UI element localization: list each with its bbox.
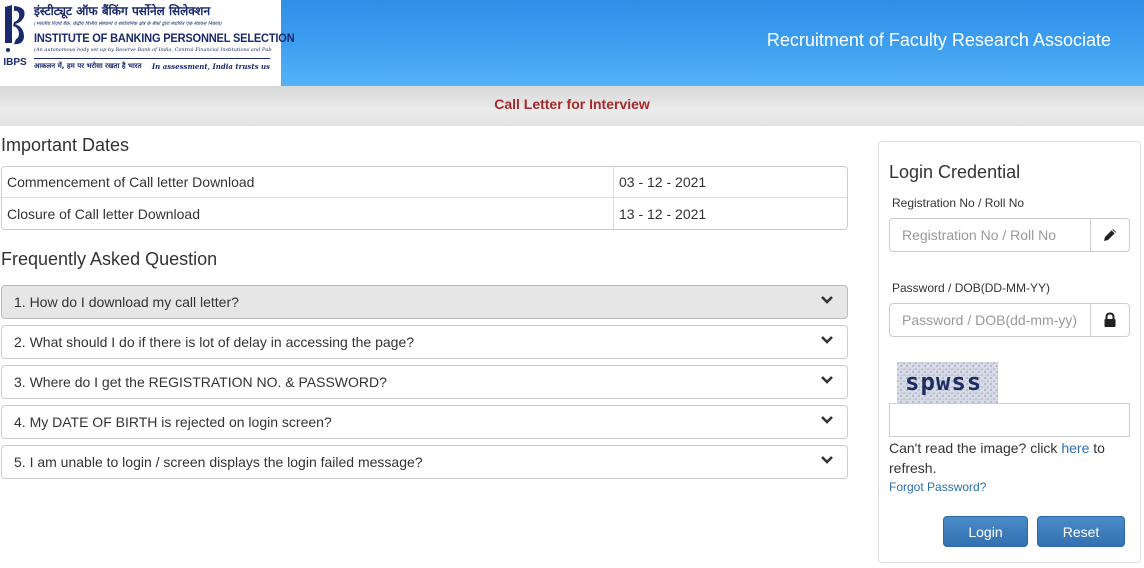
important-dates-title: Important Dates — [1, 135, 130, 155]
faq-item-1[interactable]: 1. How do I download my call letter? — [1, 285, 848, 319]
faq-question: 1. How do I download my call letter? — [14, 294, 239, 310]
lock-icon — [1104, 312, 1116, 327]
login-panel: Login Credential Registration No / Roll … — [878, 141, 1141, 563]
page-title: Recruitment of Faculty Research Associat… — [766, 30, 1111, 50]
date-value: 03 - 12 - 2021 — [613, 167, 847, 198]
chevron-down-icon — [821, 456, 833, 464]
logo-hindi-name: इंस्टीट्यूट ऑफ बैंकिंग पर्सोनेल सिलेक्शन — [34, 4, 211, 18]
refresh-prefix: Can't read the image? click — [889, 440, 1062, 456]
faq-item-4[interactable]: 4. My DATE OF BIRTH is rejected on login… — [1, 405, 848, 439]
faq-question: 2. What should I do if there is lot of d… — [14, 334, 415, 350]
faq-item-2[interactable]: 2. What should I do if there is lot of d… — [1, 325, 848, 359]
logo-english-name: INSTITUTE OF BANKING PERSONNEL SELECTION — [34, 31, 295, 45]
logo-tagline-hindi: आकलन में, हम पर भरोसा रखता है भारत — [34, 62, 142, 70]
chevron-down-icon — [821, 376, 833, 384]
refresh-captcha-link[interactable]: here — [1061, 440, 1089, 456]
logo-text-block: इंस्टीट्यूट ऑफ बैंकिंग पर्सोनेल सिलेक्शन… — [34, 2, 295, 84]
faq-item-5[interactable]: 5. I am unable to login / screen display… — [1, 445, 848, 479]
subheader-bar: Call Letter for Interview — [0, 86, 1144, 126]
logo-divider — [34, 58, 270, 59]
logo-tagline-row: आकलन में, हम पर भरोसा रखता है भारत In as… — [34, 62, 270, 71]
captcha-input[interactable] — [889, 403, 1130, 437]
table-row: Commencement of Call letter Download 03 … — [2, 167, 847, 198]
date-label: Closure of Call letter Download — [7, 205, 200, 222]
faq-question: 5. I am unable to login / screen display… — [14, 454, 423, 470]
chevron-down-icon — [821, 416, 833, 424]
password-label: Password / DOB(DD-MM-YY) — [892, 281, 1051, 295]
logo-hindi-sub: (भारतीय रिज़र्व बैंक, केंद्रीय वित्तीय स… — [34, 21, 222, 27]
captcha-image: spwss — [897, 362, 998, 404]
ibps-logo: IBPS इंस्टीट्यूट ऑफ बैंकिंग पर्सोनेल सिल… — [0, 0, 295, 86]
table-row: Closure of Call letter Download 13 - 12 … — [2, 198, 847, 229]
ibps-abbr: IBPS — [3, 57, 27, 68]
site-header: IBPS इंस्टीट्यूट ऑफ बैंकिंग पर्सोनेल सिल… — [0, 0, 1144, 86]
faq-question: 4. My DATE OF BIRTH is rejected on login… — [14, 414, 332, 430]
important-dates-table: Commencement of Call letter Download 03 … — [1, 166, 848, 230]
password-input[interactable] — [889, 303, 1091, 337]
date-value: 13 - 12 - 2021 — [613, 198, 847, 229]
chevron-down-icon — [821, 336, 833, 344]
forgot-password-link[interactable]: Forgot Password? — [889, 480, 986, 494]
registration-input[interactable] — [889, 218, 1091, 252]
faq-question: 3. Where do I get the REGISTRATION NO. &… — [14, 374, 387, 390]
registration-addon — [1090, 218, 1130, 252]
chevron-down-icon — [821, 296, 833, 304]
logo-tagline-english: In assessment, India trusts us — [151, 62, 270, 71]
faq-title: Frequently Asked Question — [1, 249, 218, 269]
date-label: Commencement of Call letter Download — [2, 167, 613, 198]
ibps-emblem-icon — [5, 5, 25, 52]
captcha-refresh-text: Can't read the image? click here to refr… — [889, 438, 1129, 478]
login-title: Login Credential — [889, 162, 1021, 182]
captcha-text: spwss — [905, 368, 982, 396]
login-button[interactable]: Login — [943, 516, 1028, 547]
subheader-title: Call Letter for Interview — [494, 96, 650, 112]
registration-label: Registration No / Roll No — [892, 196, 1025, 210]
password-addon — [1090, 303, 1130, 337]
reset-button[interactable]: Reset — [1037, 516, 1125, 547]
logo-english-sub: (An autonomous body set up by Reserve Ba… — [34, 47, 272, 53]
faq-item-3[interactable]: 3. Where do I get the REGISTRATION NO. &… — [1, 365, 848, 399]
pencil-icon — [1104, 229, 1116, 241]
